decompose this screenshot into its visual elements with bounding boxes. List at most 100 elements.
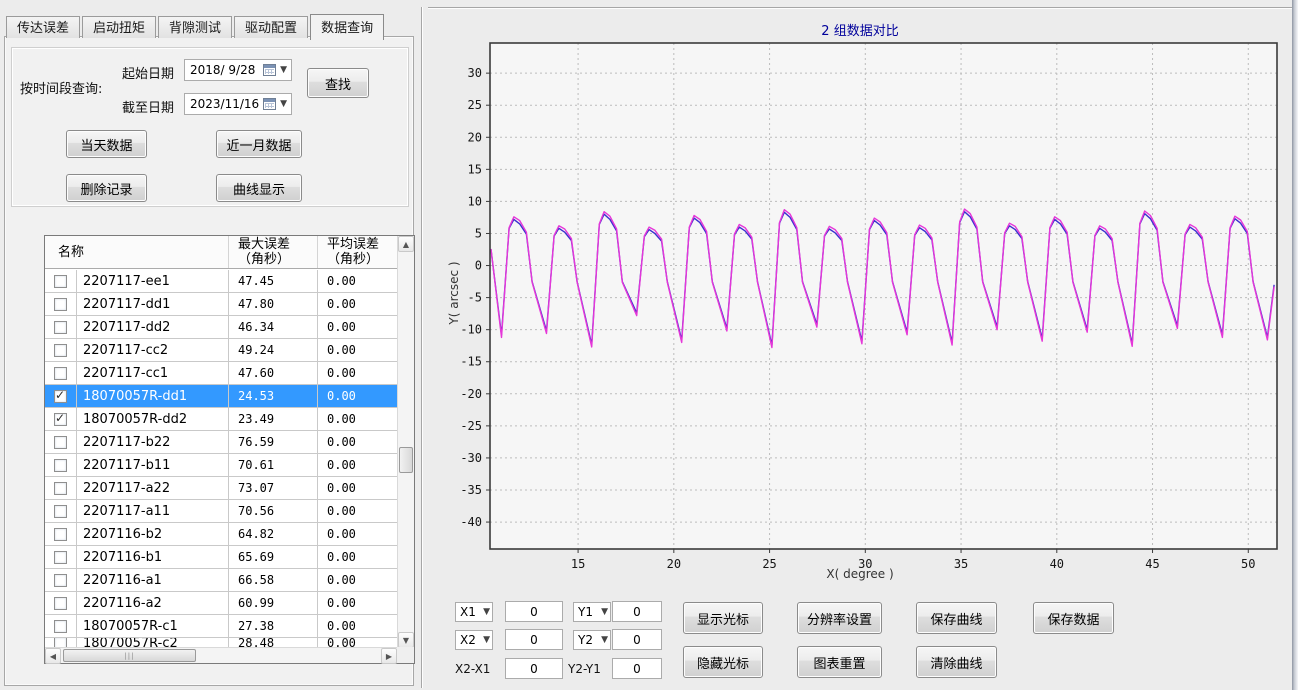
horizontal-scrollbar[interactable]: ◀ ||| ▶ (45, 647, 397, 663)
horizontal-scroll-thumb[interactable]: ||| (63, 649, 196, 662)
save-data-button[interactable]: 保存数据 (1033, 602, 1114, 634)
chevron-down-icon[interactable]: ▼ (481, 635, 492, 645)
chevron-down-icon[interactable]: ▼ (278, 65, 289, 75)
tab-1[interactable]: 传达误差 (6, 16, 80, 38)
table-row[interactable]: 2207116-b165.690.00 (45, 546, 397, 569)
checkbox-icon[interactable] (54, 344, 67, 357)
x1-value-input[interactable] (505, 601, 563, 622)
checkbox-icon[interactable] (54, 436, 67, 449)
chevron-down-icon[interactable]: ▼ (599, 635, 610, 645)
window-right-edge (1292, 0, 1298, 690)
checkbox-icon[interactable] (54, 459, 67, 472)
chevron-down-icon[interactable]: ▼ (599, 607, 610, 617)
chart-reset-button[interactable]: 图表重置 (797, 646, 882, 678)
row-max-error-cell: 70.61 (229, 454, 318, 476)
column-header-avg-error[interactable]: 平均误差（角秒） (318, 236, 397, 268)
curve-display-button[interactable]: 曲线显示 (216, 174, 302, 202)
row-max-error-cell: 66.58 (229, 569, 318, 591)
row-checkbox-cell (45, 339, 77, 361)
y2-cursor-select[interactable]: Y2▼ (573, 630, 611, 650)
table-row[interactable]: 2207117-b1170.610.00 (45, 454, 397, 477)
today-data-button[interactable]: 当天数据 (66, 130, 147, 158)
checkbox-icon[interactable] (54, 482, 67, 495)
data-table: 名称 最大误差（角秒） 平均误差（角秒） 2207117-ee147.450.0… (44, 235, 415, 664)
row-avg-error-cell: 0.00 (318, 615, 397, 637)
y-diff-label: Y2-Y1 (568, 662, 601, 676)
resolution-settings-button[interactable]: 分辨率设置 (797, 602, 882, 634)
row-max-error-cell: 70.56 (229, 500, 318, 522)
checkbox-checked-icon[interactable] (54, 390, 67, 403)
scroll-right-arrow-icon[interactable]: ▶ (381, 648, 397, 664)
table-row[interactable]: 2207116-a260.990.00 (45, 592, 397, 615)
checkbox-icon[interactable] (54, 620, 67, 633)
table-row[interactable]: 18070057R-c127.380.00 (45, 615, 397, 638)
checkbox-icon[interactable] (54, 528, 67, 541)
start-date-picker[interactable]: 2018/ 9/28 ▼ (184, 59, 292, 81)
checkbox-checked-icon[interactable] (54, 413, 67, 426)
hide-cursor-button[interactable]: 隐藏光标 (683, 646, 763, 678)
show-cursor-button[interactable]: 显示光标 (683, 602, 763, 634)
table-row[interactable]: 18070057R-dd124.530.00 (45, 385, 397, 408)
row-avg-error-cell: 0.00 (318, 270, 397, 292)
checkbox-icon[interactable] (54, 367, 67, 380)
y1-cursor-select[interactable]: Y1▼ (573, 602, 611, 622)
vertical-scroll-thumb[interactable] (399, 447, 413, 473)
x2-cursor-select[interactable]: X2▼ (455, 630, 493, 650)
chart-plot[interactable]: 302520151050-5-10-15-20-25-30-35-4015202… (430, 12, 1290, 590)
column-header-name[interactable]: 名称 (45, 236, 229, 268)
tab-2[interactable]: 启动扭矩 (82, 16, 156, 38)
table-row[interactable]: 2207117-cc249.240.00 (45, 339, 397, 362)
table-row[interactable]: 2207116-b264.820.00 (45, 523, 397, 546)
row-max-error-cell: 27.38 (229, 615, 318, 637)
y-diff-input[interactable] (612, 658, 662, 679)
table-row[interactable]: 2207117-dd147.800.00 (45, 293, 397, 316)
row-checkbox-cell (45, 523, 77, 545)
chevron-down-icon[interactable]: ▼ (481, 607, 492, 617)
chevron-down-icon[interactable]: ▼ (278, 99, 289, 109)
checkbox-icon[interactable] (54, 275, 67, 288)
y-tick-label: -15 (460, 355, 482, 369)
row-checkbox-cell (45, 454, 77, 476)
checkbox-icon[interactable] (54, 574, 67, 587)
column-header-max-error[interactable]: 最大误差（角秒） (229, 236, 318, 268)
calendar-icon (263, 64, 276, 76)
save-curve-button[interactable]: 保存曲线 (916, 602, 997, 634)
table-row[interactable]: 18070057R-dd223.490.00 (45, 408, 397, 431)
row-name-cell: 2207117-cc2 (77, 339, 229, 361)
tab-4[interactable]: 驱动配置 (234, 16, 308, 38)
vertical-scrollbar[interactable]: ▲ ▼ (397, 236, 414, 648)
checkbox-icon[interactable] (54, 505, 67, 518)
delete-record-button[interactable]: 删除记录 (66, 174, 147, 202)
scroll-left-arrow-icon[interactable]: ◀ (45, 648, 61, 664)
scroll-up-arrow-icon[interactable]: ▲ (398, 236, 414, 252)
x2-value-input[interactable] (505, 629, 563, 650)
checkbox-icon[interactable] (54, 597, 67, 610)
row-name-cell: 2207116-b1 (77, 546, 229, 568)
table-row[interactable]: 2207117-ee147.450.00 (45, 270, 397, 293)
y-tick-label: 25 (468, 98, 482, 112)
y1-value-input[interactable] (612, 601, 662, 622)
tab-3[interactable]: 背隙测试 (158, 16, 232, 38)
tab-5[interactable]: 数据查询 (310, 14, 384, 40)
x1-cursor-select[interactable]: X1▼ (455, 602, 493, 622)
table-row[interactable]: 2207117-a1170.560.00 (45, 500, 397, 523)
table-row[interactable]: 2207117-a2273.070.00 (45, 477, 397, 500)
y2-value-input[interactable] (612, 629, 662, 650)
scroll-down-arrow-icon[interactable]: ▼ (398, 632, 414, 648)
checkbox-icon[interactable] (54, 298, 67, 311)
row-name-cell: 2207116-b2 (77, 523, 229, 545)
last-month-data-button[interactable]: 近一月数据 (216, 130, 302, 158)
search-button[interactable]: 查找 (307, 68, 369, 98)
checkbox-icon[interactable] (54, 551, 67, 564)
y-tick-label: -20 (460, 387, 482, 401)
table-row[interactable]: 2207117-dd246.340.00 (45, 316, 397, 339)
table-row[interactable]: 2207117-cc147.600.00 (45, 362, 397, 385)
end-date-value: 2023/11/16 (190, 97, 263, 111)
end-date-picker[interactable]: 2023/11/16 ▼ (184, 93, 292, 115)
checkbox-icon[interactable] (54, 321, 67, 334)
x-diff-input[interactable] (505, 658, 563, 679)
table-row[interactable]: 2207117-b2276.590.00 (45, 431, 397, 454)
row-checkbox-cell (45, 270, 77, 292)
table-row[interactable]: 2207116-a166.580.00 (45, 569, 397, 592)
clear-curve-button[interactable]: 清除曲线 (916, 646, 997, 678)
